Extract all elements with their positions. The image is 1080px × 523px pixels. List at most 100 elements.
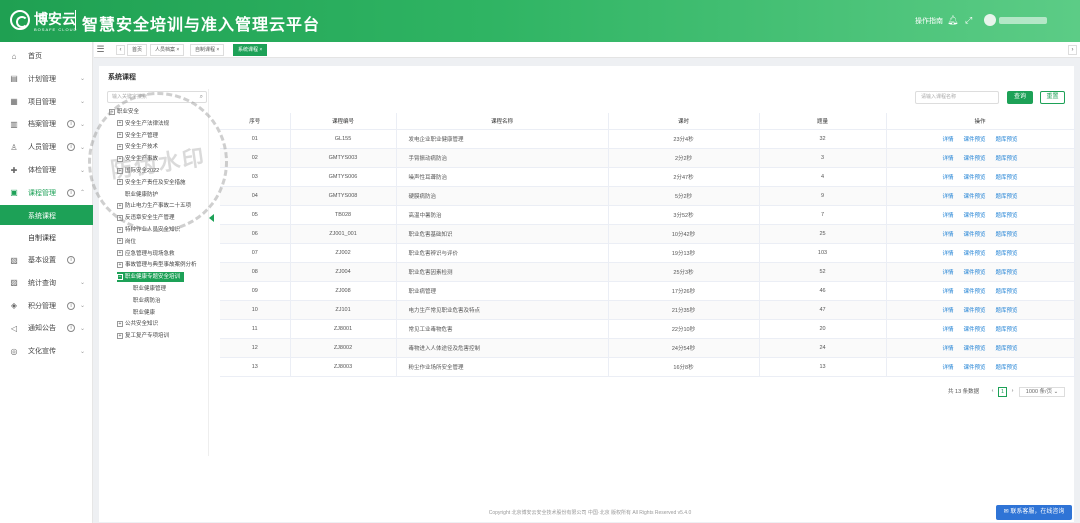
tab-home[interactable]: 首页	[127, 44, 148, 56]
question-preview-link[interactable]: 题库预览	[996, 175, 1018, 181]
detail-link[interactable]: 详情	[942, 270, 953, 276]
tree-node[interactable]: 职业健康管理	[125, 284, 166, 294]
tab-next-button[interactable]: ›	[1068, 45, 1077, 55]
courseware-preview-link[interactable]: 课件预览	[963, 194, 985, 200]
tree-node[interactable]: − 职业健康专题安全培训	[117, 272, 185, 283]
courseware-preview-link[interactable]: 课件预览	[963, 270, 985, 276]
tab-custom-course[interactable]: 自制课程 ×	[190, 44, 225, 56]
courseware-preview-link[interactable]: 课件预览	[963, 289, 985, 295]
tree-node[interactable]: + 应急管理与现场急救	[117, 249, 175, 259]
tree-node[interactable]: + 复工复产专项培训	[117, 331, 169, 341]
tree-node[interactable]: + 安全生产法律法规	[117, 119, 169, 129]
query-button[interactable]: 查询	[1007, 91, 1033, 104]
detail-link[interactable]: 详情	[942, 346, 953, 352]
courseware-preview-link[interactable]: 课件预览	[963, 365, 985, 371]
detail-link[interactable]: 详情	[942, 308, 953, 314]
tree-node[interactable]: 职业病防治	[125, 296, 161, 306]
sidebar-item[interactable]: ◈ 积分管理 i ⌄	[0, 295, 93, 317]
sidebar-item[interactable]: ♙ 人员管理 i ⌄	[0, 136, 93, 158]
sidebar-item[interactable]: ◁ 通知公告 i ⌄	[0, 317, 93, 339]
question-preview-link[interactable]: 题库预览	[996, 232, 1018, 238]
sidebar-item[interactable]: ▦ 项目管理 ⌄	[0, 91, 93, 113]
tree-node[interactable]: + 安全生产管理	[117, 131, 158, 141]
question-preview-link[interactable]: 题库预览	[996, 156, 1018, 162]
avatar[interactable]	[984, 14, 996, 26]
courseware-preview-link[interactable]: 课件预览	[963, 251, 985, 257]
detail-link[interactable]: 详情	[942, 156, 953, 162]
table-cell: 10	[220, 300, 291, 320]
sidebar-item[interactable]: ▣ 课程管理 i ⌃	[0, 182, 93, 204]
page-size-select[interactable]: 1000 条/页 ⌄	[1019, 387, 1065, 397]
detail-link[interactable]: 详情	[942, 365, 953, 371]
detail-link[interactable]: 详情	[942, 175, 953, 181]
courseware-preview-link[interactable]: 课件预览	[963, 327, 985, 333]
sidebar-subitem[interactable]: 系统课程	[0, 205, 93, 225]
tree-node[interactable]: 职业健康防护	[117, 190, 158, 200]
question-preview-link[interactable]: 题库预览	[996, 289, 1018, 295]
tree-node[interactable]: 职业健康	[125, 308, 155, 318]
detail-link[interactable]: 详情	[942, 137, 953, 143]
sidebar-item[interactable]: ✚ 体检管理 ⌄	[0, 159, 93, 181]
courseware-preview-link[interactable]: 课件预览	[963, 156, 985, 162]
question-preview-link[interactable]: 题库预览	[996, 327, 1018, 333]
course-name-input[interactable]: 请输入课程名称	[915, 91, 999, 104]
question-preview-link[interactable]: 题库预览	[996, 365, 1018, 371]
question-preview-link[interactable]: 题库预览	[996, 213, 1018, 219]
notice-icon: ◁	[10, 323, 18, 333]
courseware-preview-link[interactable]: 课件预览	[963, 175, 985, 181]
username-masked[interactable]	[999, 17, 1047, 24]
detail-link[interactable]: 详情	[942, 289, 953, 295]
sidebar-item[interactable]: ▨ 统计查询 ⌄	[0, 272, 93, 294]
question-preview-link[interactable]: 题库预览	[996, 137, 1018, 143]
tree-node-label: 安全生产技术	[125, 144, 159, 151]
tree-node[interactable]: + 安全生产事故	[117, 154, 158, 164]
tree-node[interactable]: + 安全生产责任及安全措施	[117, 178, 186, 188]
tree-node[interactable]: + 反违章安全生产管理	[117, 213, 175, 223]
sidebar-item[interactable]: ▥ 档案管理 i ⌄	[0, 113, 93, 135]
question-preview-link[interactable]: 题库预览	[996, 346, 1018, 352]
tree-node[interactable]: + 岗位	[117, 237, 136, 247]
tree-node[interactable]: + 安全生产技术	[117, 142, 158, 152]
tree-node[interactable]: + 防止电力生产事故二十五项	[117, 201, 191, 211]
question-preview-link[interactable]: 题库预览	[996, 194, 1018, 200]
tree-node[interactable]: + 公共安全知识	[117, 319, 158, 329]
tree-node[interactable]: + 国际安全2022	[117, 166, 159, 176]
pager-next-button[interactable]: ›	[1008, 387, 1017, 397]
pager-page-1[interactable]: 1	[998, 387, 1007, 397]
reset-button[interactable]: 重置	[1040, 91, 1065, 104]
sidebar-item[interactable]: ▧ 基本设置 i	[0, 249, 93, 271]
courseware-preview-link[interactable]: 课件预览	[963, 137, 985, 143]
courseware-preview-link[interactable]: 课件预览	[963, 232, 985, 238]
tab-system-course[interactable]: 系统课程 ×	[233, 44, 268, 56]
tab-prev-button[interactable]: ‹	[116, 45, 125, 55]
sidebar-item[interactable]: ◎ 文化宣传 ⌄	[0, 340, 93, 362]
pager-prev-button[interactable]: ‹	[988, 387, 997, 397]
table-row: 06 ZJ001_001 职业危害基础知识 10分42秒 25 详情 课件预览 题库预览	[220, 224, 1075, 244]
tree-node[interactable]: + 事故管理与典型事故案例分析	[117, 260, 197, 270]
table-cell: GMTYS008	[290, 186, 397, 206]
question-preview-link[interactable]: 题库预览	[996, 270, 1018, 276]
courseware-preview-link[interactable]: 课件预览	[963, 213, 985, 219]
question-preview-link[interactable]: 题库预览	[996, 308, 1018, 314]
detail-link[interactable]: 详情	[942, 251, 953, 257]
guide-link[interactable]: 操作指南	[915, 16, 943, 26]
courseware-preview-link[interactable]: 课件预览	[963, 346, 985, 352]
detail-link[interactable]: 详情	[942, 194, 953, 200]
menu-toggle-icon[interactable]: ☰	[96, 45, 105, 55]
question-preview-link[interactable]: 题库预览	[996, 251, 1018, 257]
detail-link[interactable]: 详情	[942, 213, 953, 219]
sidebar-subitem[interactable]: 自制课程	[0, 227, 93, 247]
tree-node[interactable]: + 特种作业人员安全知识	[117, 225, 180, 235]
collapse-tree-icon[interactable]	[209, 214, 214, 222]
sidebar-item[interactable]: ⌂ 首页	[0, 45, 93, 67]
contact-support-button[interactable]: ✉ 联系客服，在线咨询	[996, 505, 1072, 520]
tab-personnel[interactable]: 人员档案 ×	[150, 44, 185, 56]
bell-icon[interactable]: 🔔︎	[947, 15, 958, 25]
sidebar-item[interactable]: ▤ 计划管理 ⌄	[0, 68, 93, 90]
fullscreen-icon[interactable]: ⤢	[965, 15, 972, 25]
tree-search-input[interactable]: 输入关键字搜索 ⌕	[107, 91, 207, 103]
detail-link[interactable]: 详情	[942, 232, 953, 238]
tree-node[interactable]: − 职业安全	[109, 107, 139, 117]
detail-link[interactable]: 详情	[942, 327, 953, 333]
courseware-preview-link[interactable]: 课件预览	[963, 308, 985, 314]
